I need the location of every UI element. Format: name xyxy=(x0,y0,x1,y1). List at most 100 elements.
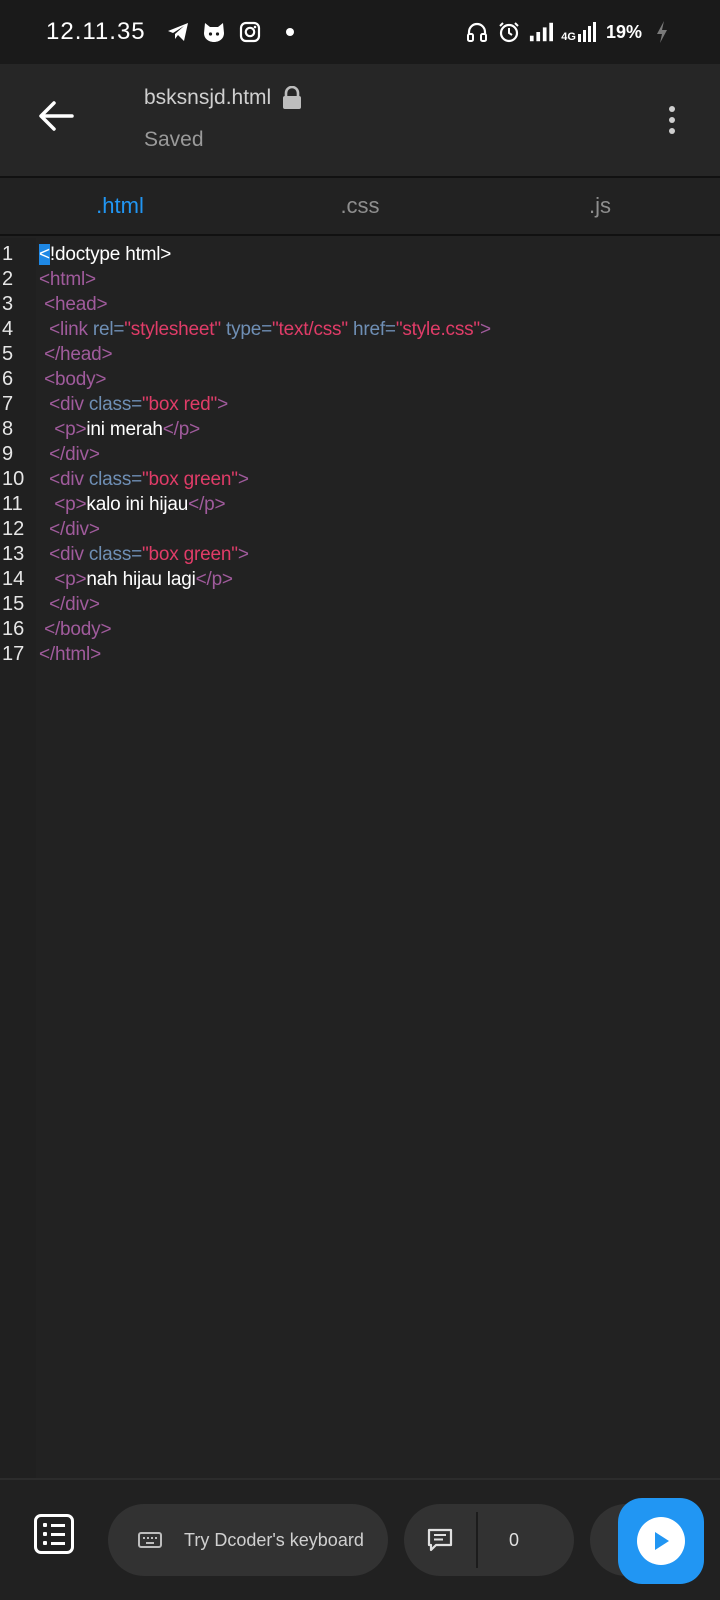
code-line[interactable]: </body> xyxy=(39,617,720,642)
line-number-gutter: 1 2 3 4 5 6 7 8 9 10 11 12 13 14 15 16 17 xyxy=(0,238,36,1478)
code-line[interactable]: </head> xyxy=(39,342,720,367)
code-token: "style.css" xyxy=(395,319,480,340)
code-token: "text/css" xyxy=(272,319,348,340)
keyboard-prompt-label: Try Dcoder's keyboard xyxy=(184,1529,364,1550)
tab-js[interactable]: .js xyxy=(480,178,720,234)
line-number: 15 xyxy=(2,593,25,615)
code-token: </div> xyxy=(39,594,100,615)
run-button[interactable] xyxy=(618,1498,704,1584)
arrow-left-icon xyxy=(39,101,74,131)
code-token: class= xyxy=(88,544,143,565)
code-token: "box red" xyxy=(142,394,218,415)
code-token: ini merah xyxy=(86,419,163,440)
line-number: 3 xyxy=(2,293,14,315)
code-area[interactable]: <!doctype html> <html> <head> <link rel="… xyxy=(36,238,720,1478)
code-token: <p> xyxy=(39,419,87,440)
code-line[interactable]: </div> xyxy=(39,592,720,617)
code-token: </div> xyxy=(39,519,100,540)
line-number: 17 xyxy=(2,643,25,665)
app-bar: bsksnsjd.html Saved xyxy=(0,64,720,176)
code-editor[interactable]: 1 2 3 4 5 6 7 8 9 10 11 12 13 14 15 16 17 <!doctype html… xyxy=(0,238,720,1478)
play-icon xyxy=(655,1532,669,1550)
code-token: "box green" xyxy=(142,544,238,565)
code-line[interactable]: </html> xyxy=(39,642,720,667)
code-token: rel= xyxy=(92,319,125,340)
code-token: </p> xyxy=(188,494,226,515)
code-token: nah hijau lagi xyxy=(86,569,196,590)
code-token: type= xyxy=(220,319,272,340)
code-token: !doctype html> xyxy=(49,244,172,265)
code-token: <div xyxy=(39,394,89,415)
code-token: > xyxy=(479,319,491,340)
code-token: kalo ini hijau xyxy=(86,494,189,515)
code-line[interactable]: <p>kalo ini hijau</p> xyxy=(39,492,720,517)
code-token: <head> xyxy=(39,294,108,315)
line-number: 1 xyxy=(2,243,14,265)
code-line[interactable]: </div> xyxy=(39,517,720,542)
code-token: </head> xyxy=(39,344,113,365)
line-number: 5 xyxy=(2,343,14,365)
text-cursor: < xyxy=(39,244,50,265)
tab-html[interactable]: .html xyxy=(0,178,240,234)
code-line[interactable]: <div class="box green"> xyxy=(39,467,720,492)
code-token: </body> xyxy=(39,619,112,640)
code-line[interactable]: <head> xyxy=(39,292,720,317)
code-line[interactable]: <body> xyxy=(39,367,720,392)
list-button[interactable] xyxy=(34,1514,74,1554)
status-system-icons: 4G 19% xyxy=(465,20,674,44)
code-line[interactable]: <p>nah hijau lagi</p> xyxy=(39,567,720,592)
code-line[interactable]: <p>ini merah</p> xyxy=(39,417,720,442)
code-line[interactable]: <div class="box red"> xyxy=(39,392,720,417)
comment-icon xyxy=(427,1528,453,1552)
code-token: <html> xyxy=(39,269,96,290)
code-token: > xyxy=(237,544,249,565)
code-token: <p> xyxy=(39,494,87,515)
code-token: <p> xyxy=(39,569,87,590)
line-number: 6 xyxy=(2,368,14,390)
code-line[interactable]: <html> xyxy=(39,267,720,292)
line-number: 10 xyxy=(2,468,25,490)
instagram-icon xyxy=(238,20,262,44)
more-options-button[interactable] xyxy=(652,92,692,148)
charging-icon xyxy=(650,20,674,44)
back-button[interactable] xyxy=(28,88,84,144)
telegram-icon xyxy=(166,20,190,44)
file-title-row: bsksnsjd.html xyxy=(144,86,303,110)
status-notification-icons xyxy=(166,20,294,44)
code-line[interactable]: <!doctype html> xyxy=(39,242,720,267)
code-token: <div xyxy=(39,469,89,490)
code-token: > xyxy=(237,469,249,490)
code-line[interactable]: </div> xyxy=(39,442,720,467)
line-number: 13 xyxy=(2,543,25,565)
more-vert-icon xyxy=(669,106,675,112)
lock-icon xyxy=(283,86,302,109)
code-token: "stylesheet" xyxy=(124,319,221,340)
comments-button[interactable]: 0 xyxy=(404,1504,574,1576)
code-token: class= xyxy=(88,394,143,415)
file-tabs: .html .css .js xyxy=(0,178,720,234)
line-number: 8 xyxy=(2,418,14,440)
signal-icon xyxy=(529,20,554,44)
line-number: 14 xyxy=(2,568,25,590)
alarm-icon xyxy=(497,20,521,44)
file-name: bsksnsjd.html xyxy=(144,86,272,109)
notification-dot xyxy=(285,28,294,36)
line-number: 2 xyxy=(2,268,14,290)
code-token: </html> xyxy=(39,644,101,665)
code-line[interactable]: <link rel="stylesheet" type="text/css" h… xyxy=(39,317,720,342)
battery-percent: 19% xyxy=(605,21,642,42)
save-status: Saved xyxy=(144,128,204,151)
code-token: <link xyxy=(39,319,93,340)
tab-css[interactable]: .css xyxy=(240,178,480,234)
tabs-divider xyxy=(0,234,720,236)
comment-count: 0 xyxy=(508,1529,519,1550)
signal-4g-icon: 4G xyxy=(561,22,598,43)
bottom-toolbar: Try Dcoder's keyboard 0 xyxy=(0,1478,720,1600)
code-token: <body> xyxy=(39,369,107,390)
code-token: <div xyxy=(39,544,89,565)
code-token: > xyxy=(217,394,228,415)
headset-icon xyxy=(465,20,489,44)
code-line[interactable]: <div class="box green"> xyxy=(39,542,720,567)
try-keyboard-button[interactable]: Try Dcoder's keyboard xyxy=(108,1504,388,1576)
status-bar: 12.11.35 4G 19% xyxy=(0,0,720,64)
